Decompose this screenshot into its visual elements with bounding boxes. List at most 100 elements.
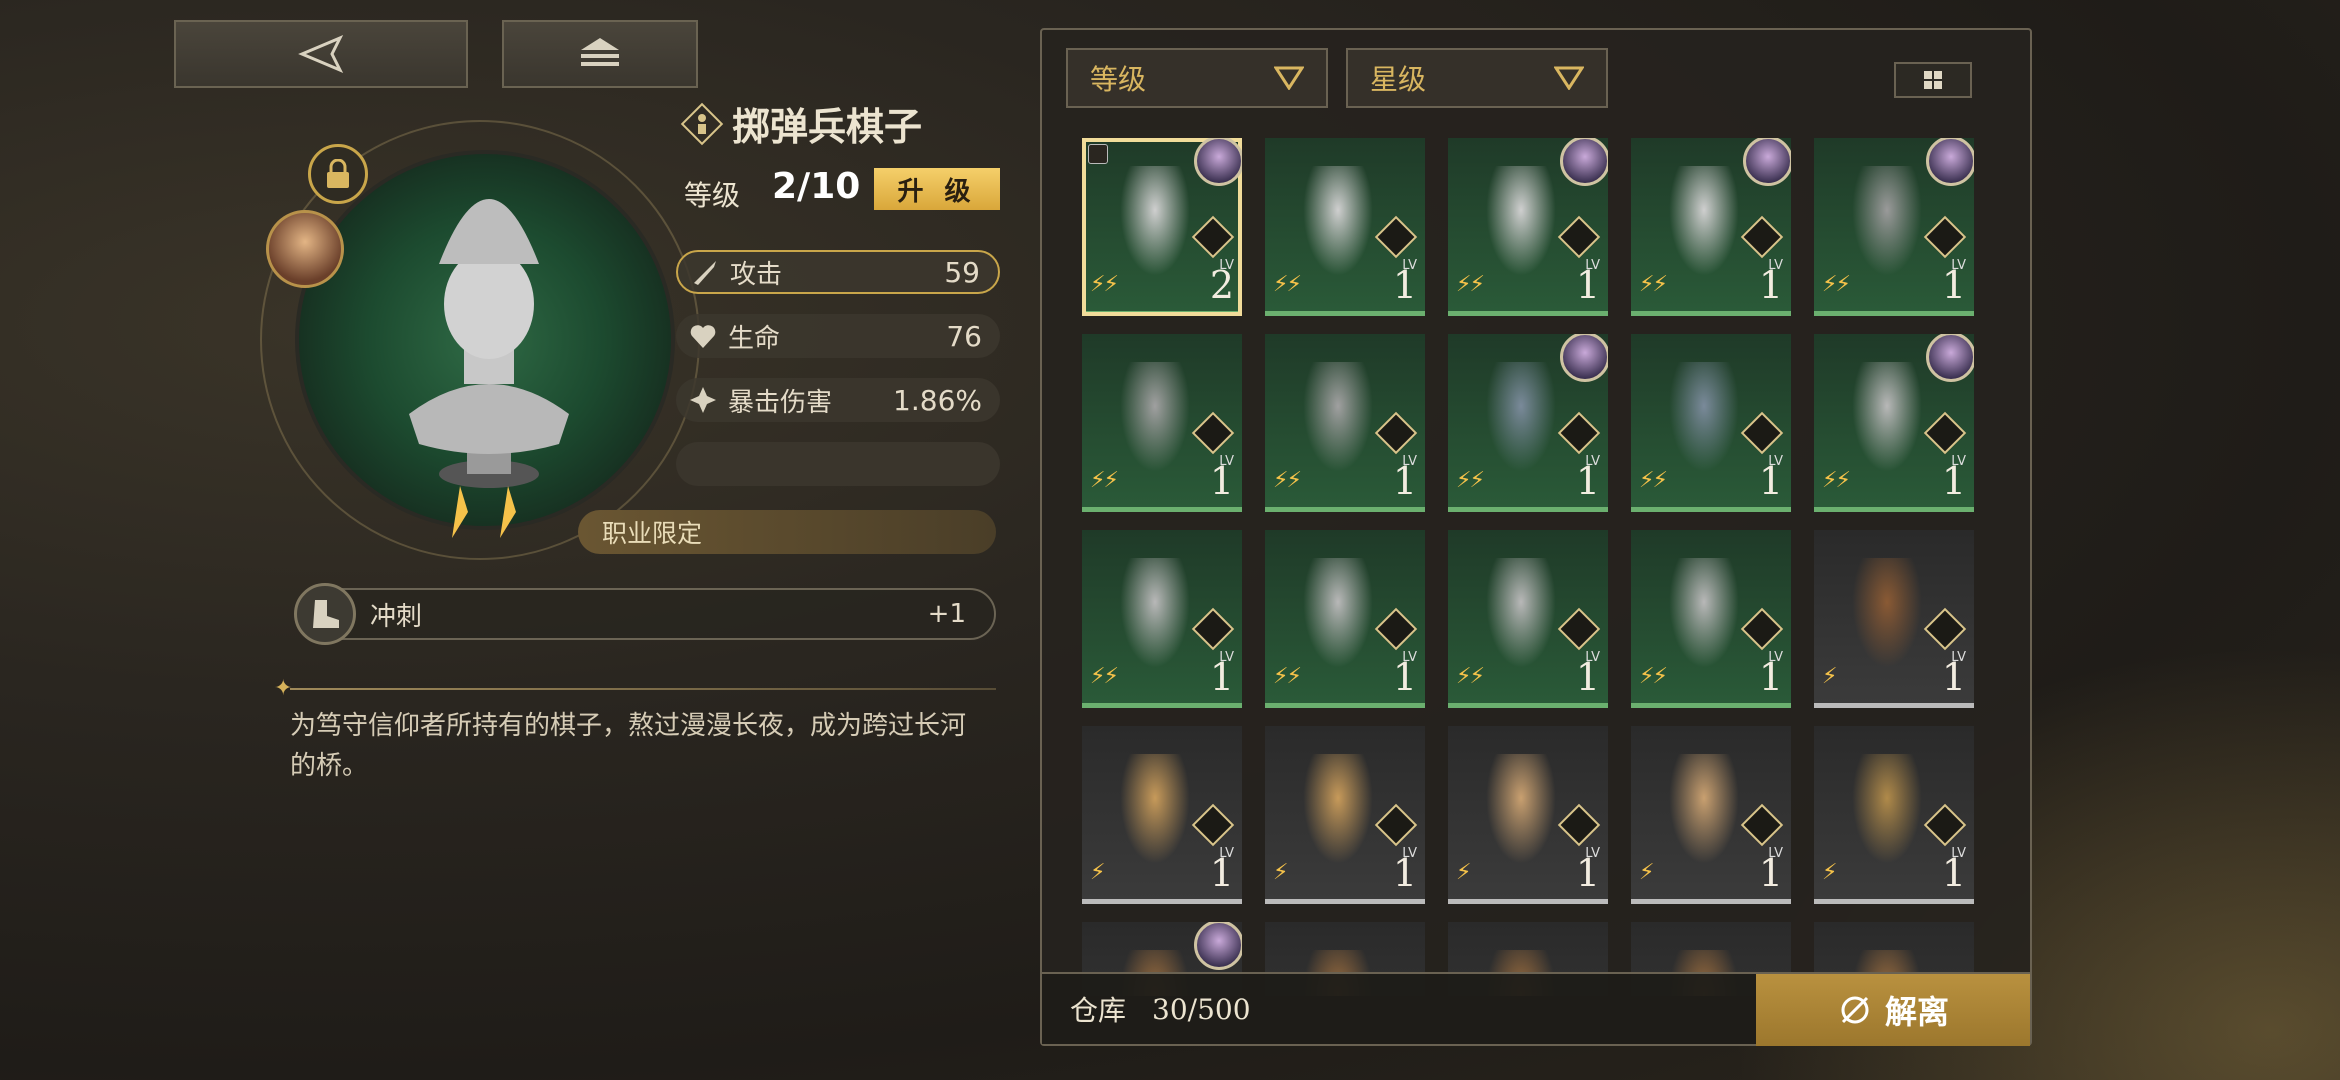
inventory-card[interactable]: LV 1 ⚡⚡: [1631, 334, 1791, 512]
class-diamond-icon: [1923, 215, 1967, 259]
dismantle-label: 解离: [1884, 993, 1949, 1031]
home-button[interactable]: [502, 20, 698, 88]
storage-bar: 仓库 30/500 解离: [1042, 972, 2030, 1046]
level-label: 等级: [684, 179, 741, 212]
inventory-card[interactable]: LV 1 ⚡⚡: [1265, 530, 1425, 708]
class-diamond-icon: [1923, 607, 1967, 651]
card-spark-icon: ⚡: [1456, 860, 1472, 885]
item-description: 为笃守信仰者所持有的棋子，熬过漫漫长夜，成为跨过长河的桥。: [290, 711, 967, 781]
card-spark-icon: ⚡⚡: [1273, 664, 1302, 689]
sort-level-label: 等级: [1090, 63, 1147, 96]
bust-figure: [1120, 166, 1190, 276]
class-diamond-icon: [1374, 215, 1418, 259]
card-spark-icon: ⚡⚡: [1639, 272, 1668, 297]
card-level: 1: [1758, 655, 1783, 699]
crit-icon: [690, 387, 716, 413]
card-spark-icon: ⚡⚡: [1639, 664, 1668, 689]
inventory-card[interactable]: LV 1 ⚡: [1814, 726, 1974, 904]
item-portrait: [295, 150, 675, 530]
dismantle-icon: [1841, 996, 1869, 1024]
key-figure: [1486, 558, 1556, 668]
inventory-card[interactable]: LV 1 ⚡⚡: [1082, 334, 1242, 512]
inventory-card[interactable]: LV 1 ⚡⚡: [1265, 138, 1425, 316]
stat-empty-slot: [676, 442, 1000, 486]
card-spark-icon: ⚡⚡: [1273, 468, 1302, 493]
painting-figure: [1669, 362, 1739, 472]
inventory-card[interactable]: LV 1 ⚡: [1082, 726, 1242, 904]
key-figure: [1852, 362, 1922, 472]
card-spark-icon: ⚡: [1273, 860, 1289, 885]
sort-by-level-dropdown[interactable]: 等级: [1066, 48, 1328, 108]
dismantle-button[interactable]: 解离: [1756, 974, 2030, 1046]
class-diamond-icon: [1557, 411, 1601, 455]
lock-button[interactable]: [308, 144, 368, 204]
class-diamond-icon: [1740, 411, 1784, 455]
inventory-card[interactable]: LV 1 ⚡: [1265, 726, 1425, 904]
bust-figure: [1669, 166, 1739, 276]
card-level: 1: [1392, 655, 1417, 699]
sort-by-star-dropdown[interactable]: 星级: [1346, 48, 1608, 108]
card-level: 1: [1575, 263, 1600, 307]
grid-view-toggle[interactable]: [1894, 62, 1972, 98]
sort-star-label: 星级: [1370, 63, 1427, 96]
inventory-card[interactable]: LV 1 ⚡: [1631, 726, 1791, 904]
lock-icon: [327, 159, 349, 188]
key-figure: [1120, 558, 1190, 668]
wood-fox-figure: [1486, 754, 1556, 864]
inventory-card[interactable]: LV 1 ⚡: [1814, 530, 1974, 708]
class-diamond-icon: [1191, 215, 1235, 259]
back-button[interactable]: [174, 20, 468, 88]
stat-attack-value: 59: [944, 255, 980, 289]
wood-owl-figure: [1852, 754, 1922, 864]
class-diamond-icon: [1923, 803, 1967, 847]
card-spark-icon: ⚡⚡: [1456, 272, 1485, 297]
stat-attack: 攻击 59: [676, 250, 1000, 294]
grid-icon: [1924, 71, 1942, 89]
back-triangle-icon: [298, 35, 344, 73]
skill-row[interactable]: 冲刺 +1: [294, 583, 996, 645]
item-title: 掷弹兵棋子: [680, 96, 922, 151]
class-diamond-icon: [1923, 411, 1967, 455]
inventory-card[interactable]: LV 1 ⚡⚡: [1448, 530, 1608, 708]
class-diamond-icon: [1191, 607, 1235, 651]
bird-figure: [1303, 362, 1373, 472]
card-spark-icon: ⚡⚡: [1090, 272, 1119, 297]
stat-hp: 生命 76: [676, 314, 1000, 358]
card-level: 2: [1209, 263, 1234, 307]
inventory-card[interactable]: LV 1 ⚡⚡: [1448, 334, 1608, 512]
inventory-card[interactable]: LV 1 ⚡⚡: [1814, 334, 1974, 512]
class-diamond-icon: [1740, 607, 1784, 651]
skill-icon-wrap: [294, 583, 356, 645]
bust-figure: [1303, 166, 1373, 276]
card-level: 1: [1209, 459, 1234, 503]
card-spark-icon: ⚡⚡: [1456, 468, 1485, 493]
inventory-card[interactable]: LV 1 ⚡: [1448, 726, 1608, 904]
upgrade-button[interactable]: 升 级: [874, 168, 1000, 210]
class-diamond-icon: [1740, 803, 1784, 847]
painting-figure: [1486, 362, 1556, 472]
inventory-card[interactable]: LV 2 ⚡⚡: [1082, 138, 1242, 316]
card-level: 1: [1758, 851, 1783, 895]
inventory-card[interactable]: LV 1 ⚡⚡: [1631, 530, 1791, 708]
wood-cat-figure: [1120, 754, 1190, 864]
equipped-character-avatar[interactable]: [266, 210, 344, 288]
class-diamond-icon: [1557, 215, 1601, 259]
card-level: 1: [1941, 655, 1966, 699]
inventory-card[interactable]: LV 1 ⚡⚡: [1631, 138, 1791, 316]
stat-hp-label: 生命: [728, 323, 781, 354]
owner-avatar: [1926, 334, 1974, 382]
cat-figure: [1852, 166, 1922, 276]
description-divider: [290, 688, 996, 690]
card-spark-icon: ⚡: [1090, 860, 1106, 885]
boot-icon: [313, 600, 339, 628]
inventory-card[interactable]: LV 1 ⚡⚡: [1814, 138, 1974, 316]
inventory-card[interactable]: LV 1 ⚡⚡: [1265, 334, 1425, 512]
inventory-card[interactable]: LV 1 ⚡⚡: [1448, 138, 1608, 316]
inventory-panel: 等级 星级 LV 2 ⚡⚡ LV 1 ⚡⚡ LV 1 ⚡⚡ LV 1 ⚡⚡ LV 1 ⚡⚡ LV 1 ⚡⚡ LV 1 ⚡…: [1040, 28, 2032, 1046]
stat-attack-label: 攻击: [730, 259, 783, 290]
card-spark-icon: ⚡: [1822, 860, 1838, 885]
inventory-grid: LV 2 ⚡⚡ LV 1 ⚡⚡ LV 1 ⚡⚡ LV 1 ⚡⚡ LV 1 ⚡⚡ LV 1 ⚡⚡ LV 1 ⚡⚡ LV 1 ⚡⚡…: [1082, 138, 1982, 996]
key-figure: [1303, 558, 1373, 668]
owner-avatar: [1560, 334, 1608, 382]
inventory-card[interactable]: LV 1 ⚡⚡: [1082, 530, 1242, 708]
